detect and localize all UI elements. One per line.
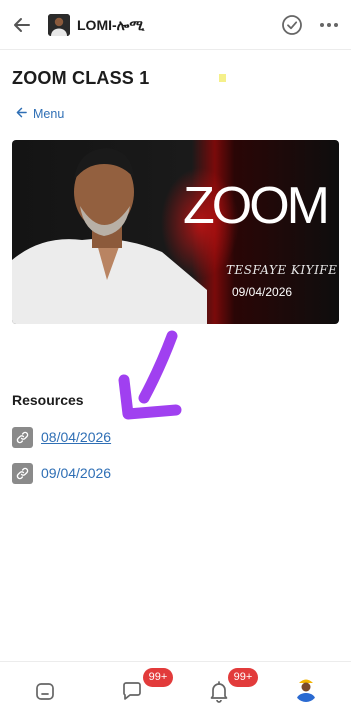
- menu-link-label: Menu: [33, 107, 65, 121]
- back-arrow-icon[interactable]: [10, 13, 34, 37]
- resource-link[interactable]: 08/04/2026: [12, 426, 111, 448]
- more-options-icon[interactable]: [318, 14, 340, 36]
- group-avatar[interactable]: [48, 14, 70, 36]
- messages-badge: 99+: [143, 668, 173, 687]
- banner-date: 09/04/2026: [232, 285, 293, 299]
- banner-image: ZOOM TESFAYE KIYIFE 09/04/2026: [12, 140, 339, 324]
- banner-word: ZOOM: [183, 177, 330, 235]
- check-circle-icon[interactable]: [281, 14, 303, 36]
- resource-link-label[interactable]: 08/04/2026: [41, 429, 111, 445]
- home-icon[interactable]: [33, 679, 57, 703]
- page-title: ZOOM CLASS 1: [12, 68, 150, 88]
- link-icon: [12, 462, 33, 484]
- highlight-speck: [219, 74, 226, 82]
- chat-icon[interactable]: [120, 679, 144, 703]
- group-name[interactable]: LOMI-ሎሚ: [77, 17, 144, 34]
- menu-link[interactable]: Menu: [16, 107, 64, 121]
- annotation-arrow-icon: [110, 328, 190, 423]
- notifications-badge: 99+: [228, 668, 258, 687]
- resource-link[interactable]: 09/04/2026: [12, 462, 111, 484]
- profile-avatar[interactable]: [294, 676, 318, 702]
- resources-heading: Resources: [12, 392, 84, 408]
- bell-icon[interactable]: [207, 679, 231, 703]
- link-icon: [12, 426, 33, 448]
- top-bar: LOMI-ሎሚ: [0, 0, 351, 50]
- resource-link-label[interactable]: 09/04/2026: [41, 465, 111, 481]
- arrow-left-icon: [16, 107, 27, 121]
- banner-signature: TESFAYE KIYIFE: [226, 263, 338, 277]
